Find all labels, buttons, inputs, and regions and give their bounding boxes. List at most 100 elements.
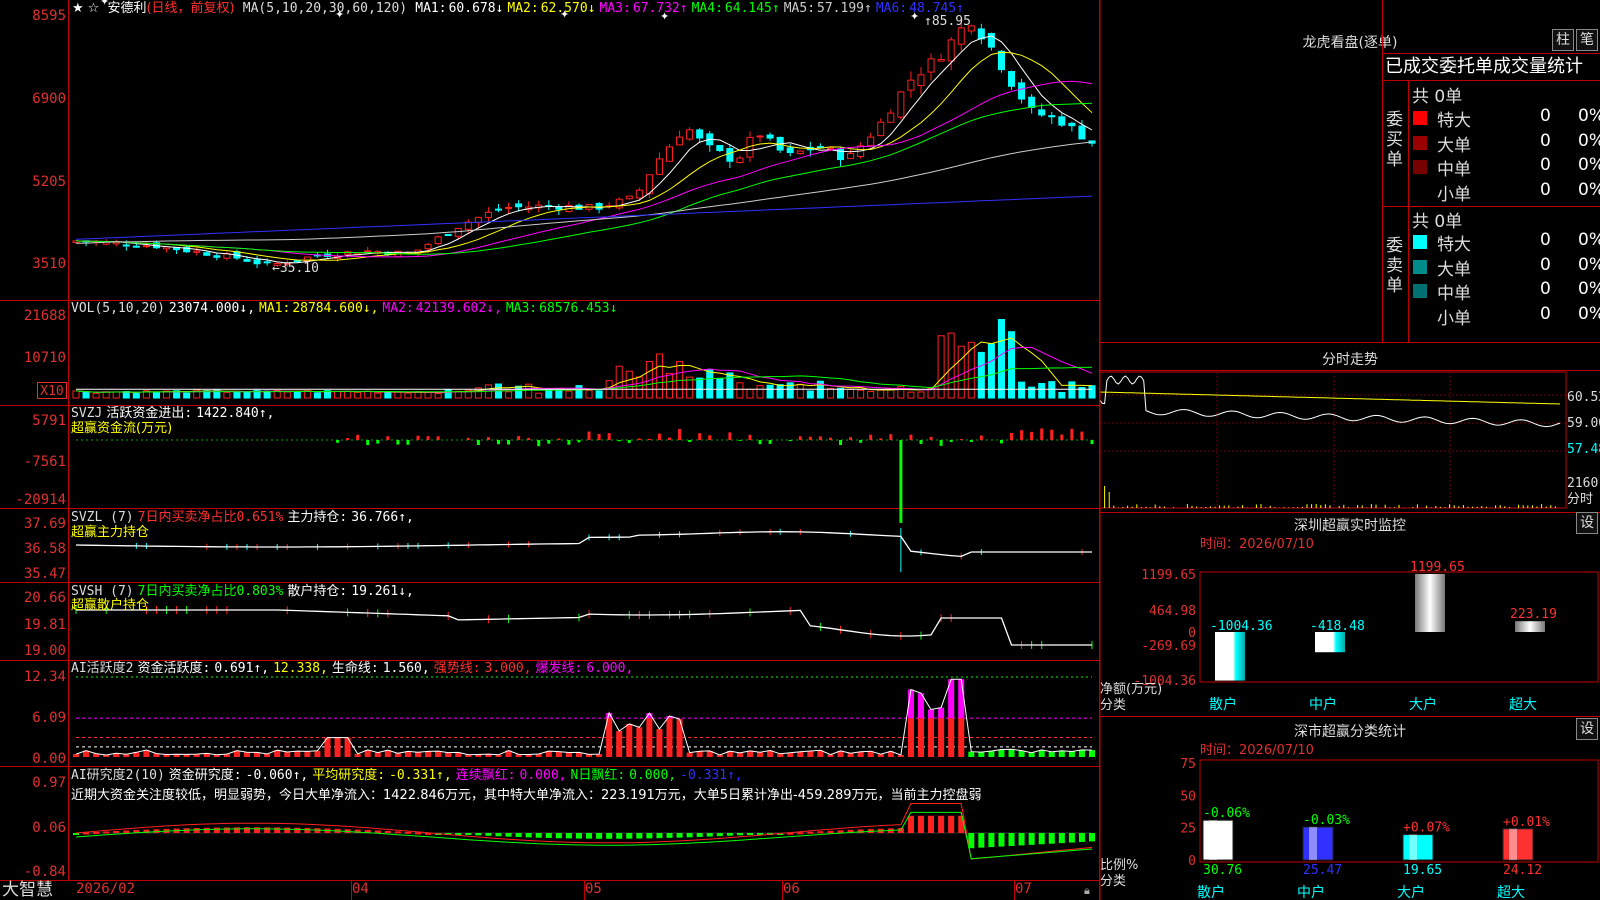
cls-settings-button[interactable]: 设 <box>1576 718 1598 740</box>
ma-line <box>75 141 1093 244</box>
research-bar <box>233 827 240 833</box>
fund-flow-bar <box>577 440 581 443</box>
candle-body <box>243 258 251 262</box>
research-bar <box>284 827 291 833</box>
kline-chart-canvas[interactable]: ✦✦ ✦ ✦ ✦1199.65464.980-269.69-1004.36-1004.… <box>0 0 1600 900</box>
candle-body <box>484 211 492 218</box>
main-holding-line <box>75 531 1092 558</box>
activity-bar <box>978 752 985 757</box>
volume-bar <box>515 385 523 399</box>
fund-flow-bar <box>1010 432 1014 440</box>
order-stats-tab[interactable]: 已成交委托单成交量统计 <box>1385 56 1583 78</box>
ai-activity-axis-label: 0.00 <box>32 751 66 767</box>
research-bar <box>1018 833 1025 846</box>
candle-body <box>887 112 895 123</box>
fund-flow-bar <box>356 434 360 440</box>
activity-bar <box>686 752 693 757</box>
research-bar <box>304 827 311 833</box>
activity-bar <box>968 751 975 757</box>
intraday-avg-line <box>1099 391 1561 405</box>
fund-flow-bar <box>828 437 832 440</box>
brand-logo[interactable]: 大智慧 <box>2 880 53 900</box>
vol-legend: VOL(5,10,20) 23074.000↓, MA1: 28784.600↓, MA… <box>71 301 618 316</box>
intraday-unit: 分时 <box>1567 492 1594 507</box>
legend-key: MA1: <box>259 301 291 316</box>
fund-flow-bar <box>1080 431 1084 440</box>
lock-icon[interactable]: 🔒︎ <box>1084 883 1090 898</box>
ma-line <box>75 80 1093 258</box>
activity-bar <box>656 729 663 757</box>
cls-bar <box>1402 834 1434 861</box>
sell-order-count: 0 <box>1540 279 1551 299</box>
divider <box>1100 512 1600 513</box>
sell-order-name: 特大 <box>1437 235 1471 255</box>
candle-body <box>655 158 663 175</box>
research-bar <box>827 830 834 833</box>
volume-bar <box>404 392 412 399</box>
candle-body <box>927 58 935 73</box>
order-color-swatch <box>1413 111 1427 125</box>
cls-bar-highlight <box>1409 834 1417 860</box>
fund-flow-bar <box>517 436 521 440</box>
volume-bar <box>293 391 301 399</box>
research-bar <box>565 833 572 839</box>
volume-bar <box>706 369 714 399</box>
sell-total: 共 0单 <box>1412 212 1463 232</box>
research-bar <box>917 815 925 833</box>
research-bar <box>948 815 955 833</box>
sz-xlabel: 分类 <box>1100 698 1127 713</box>
activity-burst-bar <box>958 679 965 719</box>
legend-value: 67.732↑ <box>632 1 688 16</box>
activity-bar <box>666 718 673 757</box>
svzj-axis-label: -20914 <box>15 492 66 508</box>
price-legend: ★ ☆ 安德利(日线，前复权) MA(5,10,20,30,60,120) MA1… <box>72 1 972 16</box>
order-color-swatch <box>1413 135 1427 150</box>
research-bar <box>1048 833 1055 844</box>
volume-bar <box>907 391 915 399</box>
cls-change-label: +0.01% <box>1503 815 1550 830</box>
volume-bar <box>152 391 160 399</box>
stroke-mode-button[interactable]: 笔 <box>1576 29 1598 51</box>
volume-bar <box>796 383 804 399</box>
low-price-label: ←35.10 <box>272 261 319 276</box>
volume-bar <box>354 391 362 399</box>
volume-bar <box>555 389 563 399</box>
bar-mode-button[interactable]: 柱 <box>1552 29 1574 51</box>
fund-flow-bar <box>416 435 420 440</box>
volume-bar <box>374 392 382 399</box>
activity-bar <box>565 752 572 757</box>
fund-flow-bar <box>557 438 561 440</box>
fund-flow-bar <box>728 432 732 440</box>
volume-bar <box>776 384 784 399</box>
activity-bar <box>72 754 80 757</box>
svzl-legend: SVZL (7) 7日内买卖净占比0.651% 主力持仓: 36.766↑, <box>71 510 414 525</box>
candle-body <box>877 121 885 137</box>
svzl-subtitle: 超赢主力持仓 <box>71 525 150 540</box>
activity-bar <box>636 727 643 757</box>
star-icon[interactable]: ★ <box>72 1 84 16</box>
fund-flow-bar <box>949 440 953 442</box>
sz-bar-label: 1199.65 <box>1410 560 1465 575</box>
cls-change-label: -0.06% <box>1203 806 1250 821</box>
research-bar <box>123 830 130 833</box>
ai-research-axis-label: 0.97 <box>32 775 66 791</box>
svsh-axis-label: 19.81 <box>23 617 66 633</box>
fund-flow-bar <box>567 440 571 445</box>
star-outline-icon[interactable]: ☆ <box>88 1 100 16</box>
vol-unit-badge[interactable]: X10 <box>37 382 67 399</box>
fund-flow-bar <box>476 440 480 446</box>
research-bar <box>203 827 210 833</box>
fund-flow-bar <box>768 440 772 444</box>
fund-flow-bar <box>788 440 792 442</box>
high-price-label: ↑85.95 <box>924 14 971 29</box>
volume-bar <box>716 378 724 399</box>
sz-settings-button[interactable]: 设 <box>1576 512 1598 534</box>
activity-bar <box>415 752 422 757</box>
sz-category: 大户 <box>1409 696 1437 713</box>
cls-category: 散户 <box>1197 884 1225 900</box>
intraday-title: 分时走势 <box>1322 352 1378 368</box>
volume-bar <box>1018 381 1026 399</box>
volume-bar <box>957 345 965 399</box>
sell-order-name: 中单 <box>1437 284 1471 304</box>
ma-line <box>75 51 1093 261</box>
